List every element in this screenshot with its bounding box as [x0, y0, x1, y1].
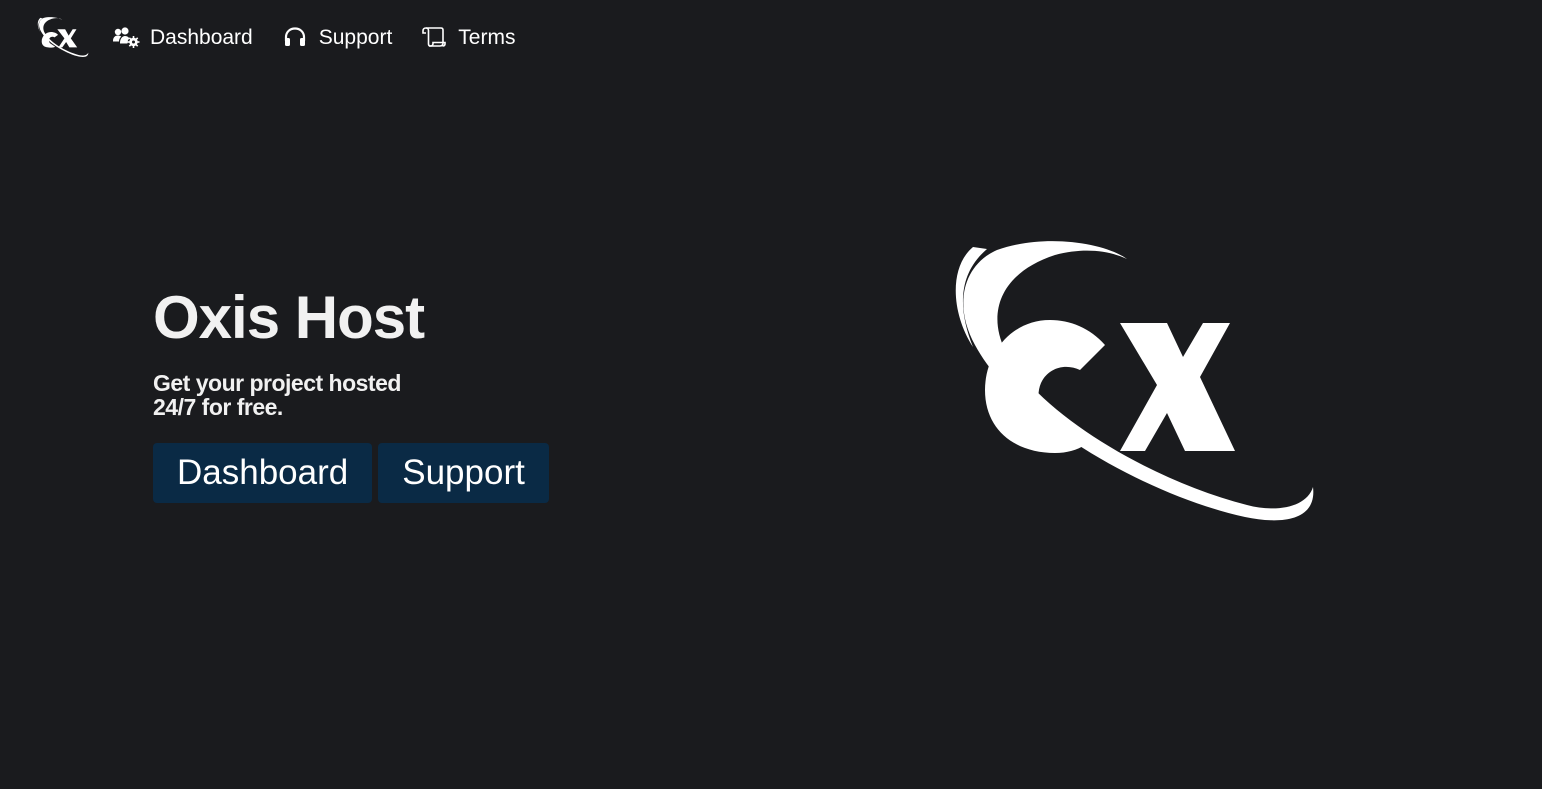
hero-title: Oxis Host — [153, 284, 425, 351]
hero-logo-icon — [955, 241, 1314, 521]
top-navigation: Dashboard Support Terms — [34, 12, 543, 62]
dashboard-button[interactable]: Dashboard — [153, 443, 373, 503]
support-button[interactable]: Support — [378, 443, 549, 503]
nav-link-dashboard[interactable]: Dashboard — [112, 25, 253, 49]
hero-section: Oxis Host Get your project hosted 24/7 f… — [153, 285, 633, 503]
users-gear-icon — [112, 25, 140, 49]
hero-buttons: Dashboard Support — [153, 443, 633, 503]
nav-link-support[interactable]: Support — [281, 25, 393, 49]
nav-label-dashboard: Dashboard — [150, 25, 253, 49]
hero-subtitle: Get your project hosted 24/7 for free. — [153, 370, 401, 420]
page: Dashboard Support Terms Oxis Host Get yo… — [0, 0, 1542, 789]
nav-label-terms: Terms — [458, 25, 516, 49]
nav-link-terms[interactable]: Terms — [420, 25, 515, 49]
ox-logo-icon[interactable] — [34, 15, 92, 59]
headphones-icon — [281, 25, 309, 49]
nav-label-support: Support — [318, 25, 393, 49]
scroll-icon — [420, 25, 448, 49]
